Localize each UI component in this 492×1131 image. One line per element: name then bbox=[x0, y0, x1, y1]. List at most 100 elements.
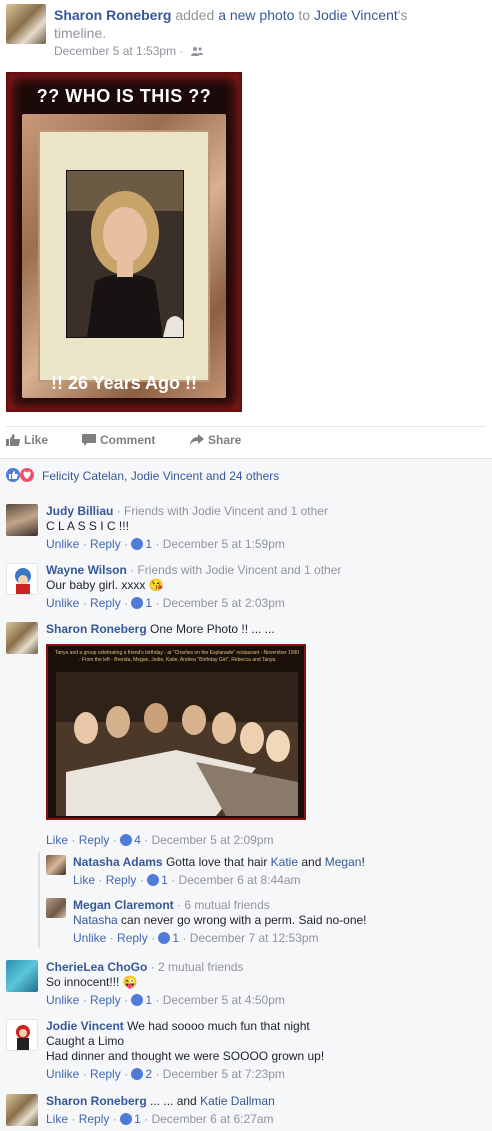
comment-time[interactable]: December 5 at 2:09pm bbox=[151, 833, 273, 847]
frame-mat bbox=[38, 130, 210, 382]
commenter-avatar[interactable] bbox=[6, 563, 38, 595]
comment-time[interactable]: December 7 at 12:53pm bbox=[190, 931, 319, 945]
comment: Judy Billiau · Friends with Jodie Vincen… bbox=[46, 504, 486, 552]
post-timestamp[interactable]: December 5 at 1:53pm bbox=[54, 44, 176, 58]
share-arrow-icon bbox=[190, 434, 204, 446]
unlike-link[interactable]: Unlike bbox=[46, 596, 79, 610]
mention-link[interactable]: Katie bbox=[271, 855, 298, 869]
reply-link[interactable]: Reply bbox=[90, 537, 121, 551]
commenter-name[interactable]: Judy Billiau bbox=[46, 504, 113, 518]
friends-audience-icon[interactable] bbox=[190, 46, 203, 56]
author-avatar[interactable] bbox=[6, 4, 46, 44]
like-count-icon bbox=[158, 932, 171, 944]
unlike-link[interactable]: Unlike bbox=[73, 931, 106, 945]
reply-link[interactable]: Reply bbox=[90, 596, 121, 610]
reply-avatar[interactable] bbox=[46, 898, 66, 918]
commenter-name[interactable]: Sharon Roneberg bbox=[46, 1094, 147, 1108]
like-link[interactable]: Like bbox=[46, 1112, 68, 1126]
comment-time[interactable]: December 5 at 1:59pm bbox=[163, 537, 285, 551]
reactions-text[interactable]: Felicity Catelan, Jodie Vincent and 24 o… bbox=[42, 469, 279, 483]
comment-text: So innocent!!! 😜 bbox=[46, 975, 138, 989]
post-author-link[interactable]: Sharon Roneberg bbox=[54, 7, 171, 23]
comment-photo-caption: Tanya and a group celebrating a friend's… bbox=[54, 650, 300, 663]
mention-link[interactable]: Megan bbox=[325, 855, 362, 869]
like-button[interactable]: Like bbox=[6, 433, 48, 447]
like-count[interactable]: 2 bbox=[145, 1067, 152, 1081]
commenter-name[interactable]: Wayne Wilson bbox=[46, 563, 127, 577]
comment-actions-row: Like · Reply · 4 · December 5 at 2:09pm bbox=[46, 833, 486, 848]
comment-actions: Unlike · Reply · 1 · December 5 at 2:03p… bbox=[46, 596, 285, 610]
comment-icon bbox=[82, 434, 96, 446]
comment: Wayne Wilson · Friends with Jodie Vincen… bbox=[46, 563, 486, 611]
unlike-link[interactable]: Unlike bbox=[46, 993, 79, 1007]
comment-text: ... ... and bbox=[150, 1094, 197, 1108]
comment-text: We had soooo much fun that night bbox=[127, 1019, 310, 1033]
comment-text-line3: Had dinner and thought we were SOOOO gro… bbox=[46, 1049, 325, 1063]
comment-text: can never go wrong with a perm. Said no-… bbox=[121, 913, 367, 927]
commenter-name[interactable]: Megan Claremont bbox=[73, 898, 174, 912]
commenter-avatar[interactable] bbox=[6, 960, 38, 992]
timeline-owner-link[interactable]: Jodie Vincent bbox=[314, 7, 398, 23]
reply-avatar[interactable] bbox=[46, 855, 66, 875]
like-count-icon bbox=[147, 874, 160, 886]
reactions-summary[interactable]: Felicity Catelan, Jodie Vincent and 24 o… bbox=[0, 458, 492, 492]
reply-link[interactable]: Reply bbox=[90, 1067, 121, 1081]
commenter-avatar[interactable] bbox=[6, 504, 38, 536]
comment-time[interactable]: December 5 at 7:23pm bbox=[163, 1067, 285, 1081]
comment-actions: Unlike · Reply · 1 · December 5 at 1:59p… bbox=[46, 537, 285, 551]
commenter-name[interactable]: CherieLea ChoGo bbox=[46, 960, 147, 974]
reply-link[interactable]: Reply bbox=[106, 873, 137, 887]
reply-link[interactable]: Reply bbox=[79, 1112, 110, 1126]
like-count-icon bbox=[120, 1113, 133, 1125]
commenter-avatar[interactable] bbox=[6, 1019, 38, 1051]
comment: Jodie Vincent We had soooo much fun that… bbox=[46, 1019, 486, 1082]
comment-button[interactable]: Comment bbox=[82, 433, 155, 447]
unlike-link[interactable]: Unlike bbox=[46, 1067, 79, 1081]
like-count[interactable]: 1 bbox=[161, 873, 168, 887]
commenter-name[interactable]: Sharon Roneberg bbox=[46, 622, 147, 636]
comment-time[interactable]: December 5 at 2:03pm bbox=[163, 596, 285, 610]
like-link[interactable]: Like bbox=[46, 833, 68, 847]
reply-link[interactable]: Reply bbox=[117, 931, 148, 945]
commenter-avatar[interactable] bbox=[6, 622, 38, 654]
comment-actions: Like · Reply · 4 · December 5 at 2:09pm bbox=[46, 833, 274, 847]
reply-link[interactable]: Reply bbox=[79, 833, 110, 847]
like-count[interactable]: 1 bbox=[134, 1112, 141, 1126]
like-count[interactable]: 1 bbox=[145, 993, 152, 1007]
photo-top-caption: ?? WHO IS THIS ?? bbox=[36, 86, 212, 106]
like-link[interactable]: Like bbox=[73, 873, 95, 887]
like-count[interactable]: 1 bbox=[145, 596, 152, 610]
comment-actions: Unlike · Reply · 1 · December 5 at 4:50p… bbox=[46, 993, 285, 1007]
comment-text: One More Photo !! ... ... bbox=[150, 622, 275, 636]
reply-comment: Megan Claremont · 6 mutual friends Natas… bbox=[73, 898, 483, 946]
commenter-name[interactable]: Natasha Adams bbox=[73, 855, 163, 869]
like-count[interactable]: 4 bbox=[134, 833, 141, 847]
comment-time[interactable]: December 5 at 4:50pm bbox=[163, 993, 285, 1007]
comment-text: Our baby girl. xxxx 😘 bbox=[46, 578, 164, 592]
reply-comment: Natasha Adams Gotta love that hair Katie… bbox=[73, 855, 483, 888]
thumbs-up-icon bbox=[6, 434, 20, 446]
comment-time[interactable]: December 6 at 8:44am bbox=[178, 873, 300, 887]
portrait-image bbox=[66, 170, 184, 338]
comment-photo[interactable]: Tanya and a group celebrating a friend's… bbox=[46, 644, 306, 820]
post-photo[interactable]: ?? WHO IS THIS ?? !! 26 Years Ago !! bbox=[6, 72, 242, 412]
new-photo-link[interactable]: a new photo bbox=[218, 7, 294, 23]
like-count[interactable]: 1 bbox=[172, 931, 179, 945]
like-count[interactable]: 1 bbox=[145, 537, 152, 551]
comment: Sharon Roneberg ... ... and Katie Dallma… bbox=[46, 1094, 486, 1127]
share-button[interactable]: Share bbox=[190, 433, 241, 447]
like-count-icon bbox=[131, 597, 144, 609]
comment-time[interactable]: December 6 at 6:27am bbox=[151, 1112, 273, 1126]
commenter-avatar[interactable] bbox=[6, 1094, 38, 1126]
post-header: Sharon Roneberg added a new photo to Jod… bbox=[6, 4, 486, 60]
like-count-icon bbox=[120, 834, 133, 846]
photo-bottom-caption: !! 26 Years Ago !! bbox=[50, 373, 198, 393]
mention-link[interactable]: Natasha bbox=[73, 913, 118, 927]
comment: Sharon Roneberg One More Photo !! ... ..… bbox=[46, 622, 486, 637]
post-headline-cont: timeline. bbox=[54, 25, 107, 41]
unlike-link[interactable]: Unlike bbox=[46, 537, 79, 551]
reply-link[interactable]: Reply bbox=[90, 993, 121, 1007]
picture-frame bbox=[22, 114, 226, 398]
commenter-name[interactable]: Jodie Vincent bbox=[46, 1019, 124, 1033]
mention-link[interactable]: Katie Dallman bbox=[200, 1094, 275, 1108]
